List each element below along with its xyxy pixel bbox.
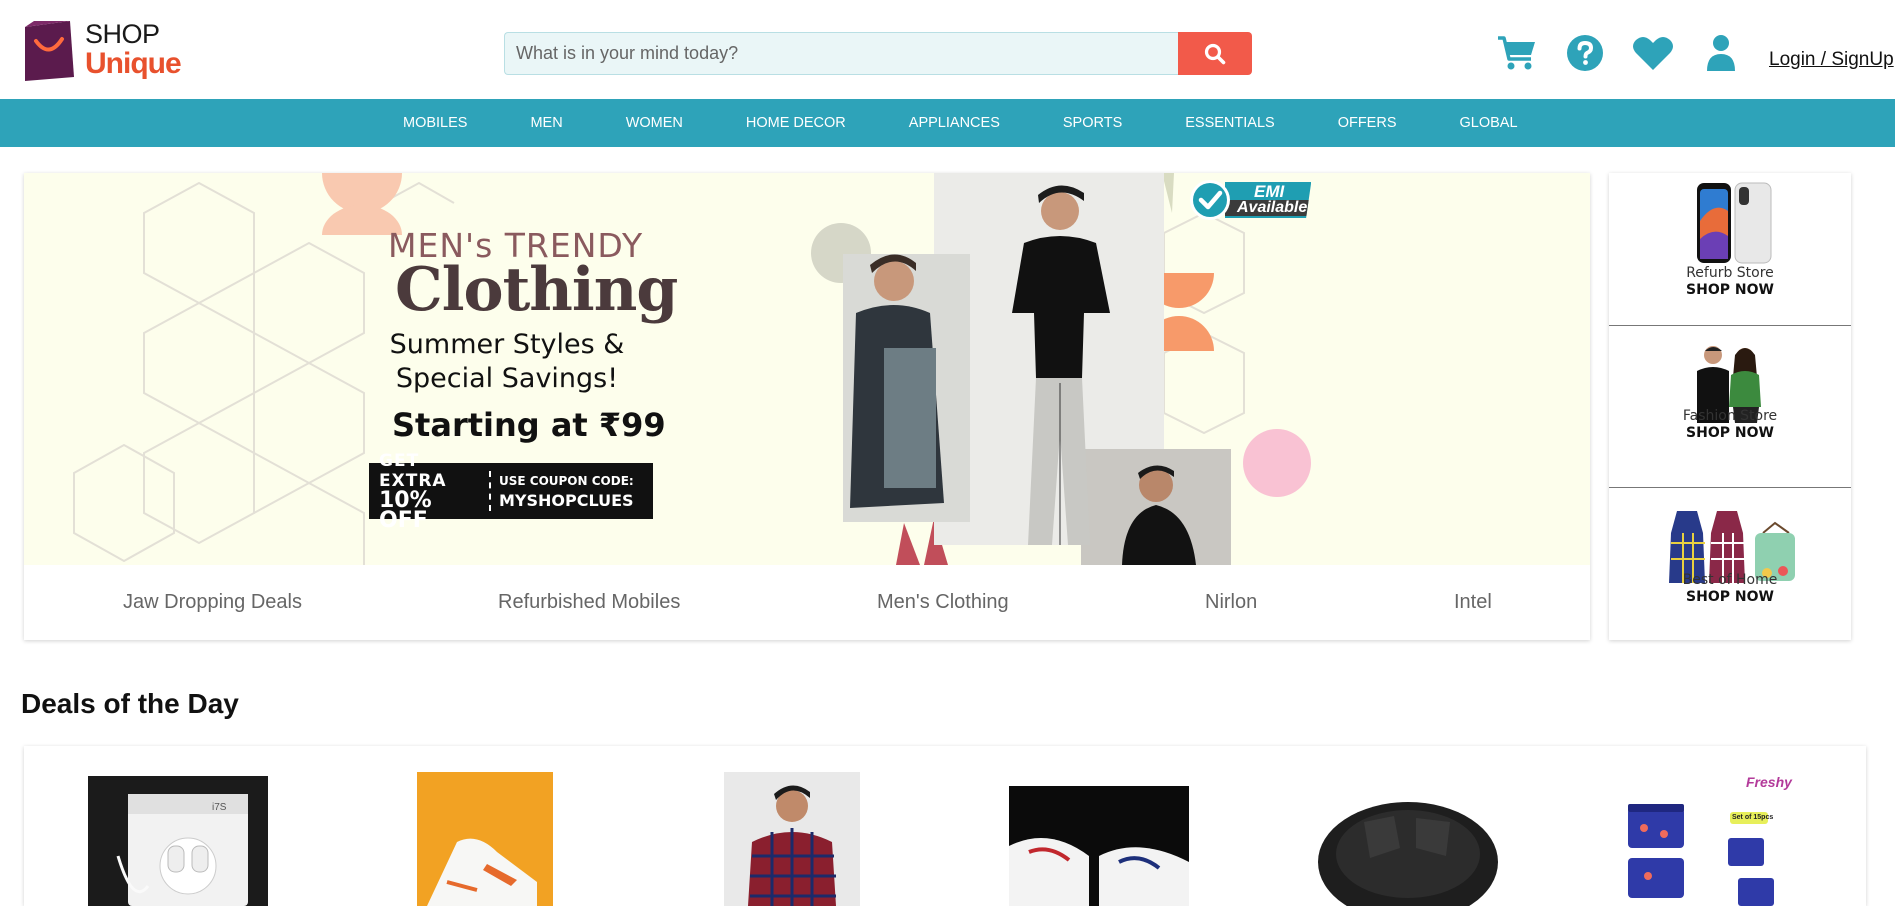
help-icon[interactable] xyxy=(1564,32,1606,74)
banner-tab-refurbished-mobiles[interactable]: Refurbished Mobiles xyxy=(498,591,680,614)
promo-subtitle: Summer Styles & Special Savings! xyxy=(369,328,645,396)
deal-item-white-sneakers[interactable] xyxy=(417,772,553,906)
store-name: Fashion Store xyxy=(1682,408,1778,424)
nav-item-sports[interactable]: SPORTS xyxy=(1063,115,1122,131)
store-shortcuts: Refurb Store SHOP NOW Fashion Store SHOP… xyxy=(1609,173,1851,640)
checked-shirt-model-image xyxy=(748,785,836,906)
freshy-brand-label: Freshy xyxy=(1746,774,1792,790)
heart-icon[interactable] xyxy=(1632,32,1674,74)
search-input[interactable] xyxy=(504,32,1178,75)
deals-section-title: Deals of the Day xyxy=(21,688,239,719)
check-circle-icon xyxy=(1190,180,1230,220)
banner-tabs: Jaw Dropping Deals Refurbished Mobiles M… xyxy=(24,565,1590,640)
main-nav: MOBILES MEN WOMEN HOME DECOR APPLIANCES … xyxy=(0,99,1895,147)
header: SHOP Unique What is in your mind today? … xyxy=(0,0,1895,99)
promo-subtitle-line1: Summer Styles & xyxy=(389,329,625,360)
nav-item-home-decor[interactable]: HOME DECOR xyxy=(746,115,846,131)
search-bar xyxy=(504,32,1252,75)
set-count-badge: Set of 15pcs xyxy=(1732,814,1774,821)
promo-subtitle-line2: Special Savings! xyxy=(395,363,619,394)
nav-item-men[interactable]: MEN xyxy=(530,115,562,131)
search-icon xyxy=(1204,43,1226,64)
coupon-divider xyxy=(489,471,491,511)
promo-title-main: Clothing xyxy=(395,255,678,325)
shop-now-label: SHOP NOW xyxy=(1686,282,1774,298)
nav-item-women[interactable]: WOMEN xyxy=(626,115,683,131)
store-name: Refurb Store xyxy=(1686,265,1774,281)
earbuds-box-image xyxy=(116,794,248,906)
emi-available-label: Available xyxy=(1225,200,1312,216)
hero-banner[interactable]: MEN's TRENDY Clothing Summer Styles & Sp… xyxy=(24,173,1590,565)
coupon-box: GET EXTRA 10% OFF USE COUPON CODE: MYSHO… xyxy=(369,451,653,532)
search-button[interactable] xyxy=(1178,32,1252,75)
nav-item-essentials[interactable]: ESSENTIALS xyxy=(1185,115,1274,131)
white-sneakers-image xyxy=(427,838,537,906)
shop-now-label: SHOP NOW xyxy=(1686,589,1774,605)
store-refurb[interactable]: Refurb Store SHOP NOW xyxy=(1609,173,1851,335)
login-signup-link[interactable]: Login / SignUp xyxy=(1769,49,1894,71)
sports-shoes-image xyxy=(1009,838,1189,906)
banner-tab-mens-clothing[interactable]: Men's Clothing xyxy=(877,591,1009,614)
coupon-code-label: USE COUPON CODE: xyxy=(499,474,634,488)
emi-badge: EMI Available xyxy=(1189,179,1312,221)
banner-tab-jaw-dropping-deals[interactable]: Jaw Dropping Deals xyxy=(123,591,302,614)
emi-label: EMI xyxy=(1254,182,1285,201)
coupon-discount: 10% OFF xyxy=(379,488,432,533)
header-icons xyxy=(1496,32,1742,74)
cart-icon[interactable] xyxy=(1496,32,1538,74)
banner-tab-nirlon[interactable]: Nirlon xyxy=(1205,591,1257,614)
nav-item-appliances[interactable]: APPLIANCES xyxy=(909,115,1000,131)
hero-carousel: MEN's TRENDY Clothing Summer Styles & Sp… xyxy=(24,173,1590,640)
logo-text-unique: Unique xyxy=(85,47,182,80)
logo-text-shop: SHOP xyxy=(85,19,160,49)
deal-item-storage-containers[interactable]: Freshy Set of 15pcs xyxy=(1618,768,1808,906)
shopping-bag-logo-icon xyxy=(22,19,77,81)
store-fashion[interactable]: Fashion Store SHOP NOW xyxy=(1609,326,1851,488)
deal-item-sports-shoes[interactable] xyxy=(1009,786,1189,906)
coupon-extra-label: GET EXTRA xyxy=(379,451,447,491)
banner-tab-intel[interactable]: Intel xyxy=(1454,591,1492,614)
nav-item-global[interactable]: GLOBAL xyxy=(1460,115,1518,131)
deal-item-wireless-earbuds[interactable] xyxy=(1304,782,1504,906)
deals-carousel: i7S Freshy Set of 15pcs xyxy=(24,746,1866,906)
nav-item-mobiles[interactable]: MOBILES xyxy=(403,115,467,131)
wireless-earbuds-image xyxy=(1318,802,1498,906)
nav-item-offers[interactable]: OFFERS xyxy=(1338,115,1397,131)
shop-now-label: SHOP NOW xyxy=(1686,425,1774,441)
earbuds-box-label: i7S xyxy=(212,802,227,813)
promo-price: Starting at ₹99 xyxy=(392,406,666,444)
deal-item-checked-shirt[interactable] xyxy=(724,772,860,906)
store-name: Best of Home xyxy=(1682,572,1778,588)
iphone-product-image xyxy=(1697,182,1772,264)
coupon-code: MYSHOPCLUES xyxy=(499,491,634,510)
deal-item-earbuds-box[interactable]: i7S xyxy=(88,776,268,906)
logo[interactable]: SHOP Unique xyxy=(22,19,192,81)
user-icon[interactable] xyxy=(1700,32,1742,74)
banner-geometric-pattern xyxy=(73,173,1311,565)
store-best-of-home[interactable]: Best of Home SHOP NOW xyxy=(1609,488,1851,650)
